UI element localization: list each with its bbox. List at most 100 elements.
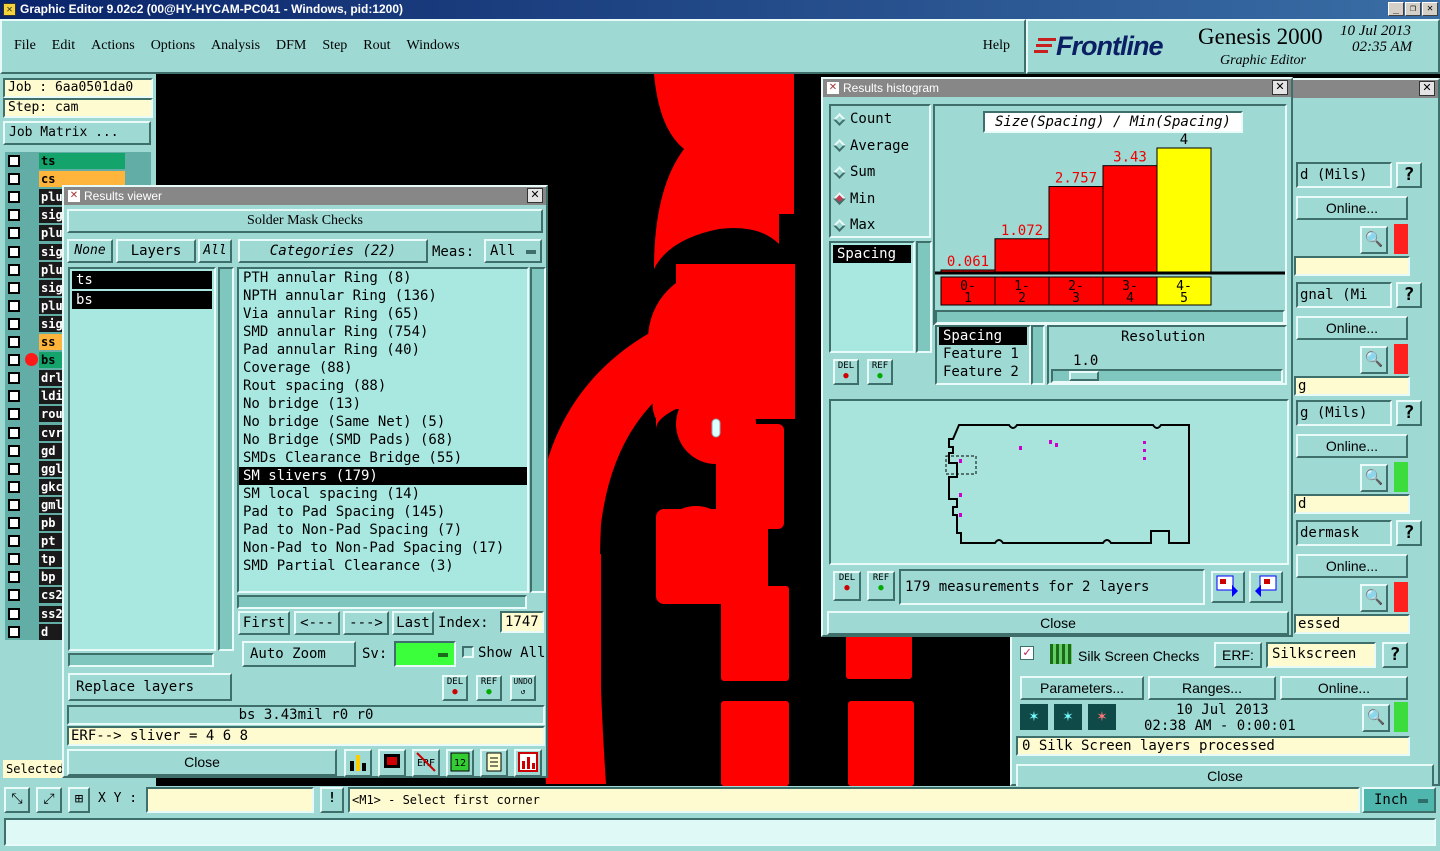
- previous-button[interactable]: <---: [294, 611, 340, 635]
- check-online-button[interactable]: Online...: [1296, 316, 1408, 340]
- erf-icon-button[interactable]: ERF: [412, 749, 440, 777]
- layer-checkbox[interactable]: [8, 571, 20, 584]
- layer-checkbox[interactable]: [8, 354, 20, 367]
- categories-button[interactable]: Categories (22): [238, 239, 428, 263]
- check-help-button[interactable]: ?: [1396, 520, 1422, 546]
- checks-panel-close-x[interactable]: ✕: [1419, 81, 1435, 96]
- report-icon-button[interactable]: [480, 749, 508, 777]
- layer-checkbox[interactable]: [8, 498, 20, 511]
- category-item[interactable]: Pad to Non-Pad Spacing (7): [239, 521, 527, 539]
- category-item[interactable]: Coverage (88): [239, 359, 527, 377]
- category-item[interactable]: Pad to Pad Spacing (145): [239, 503, 527, 521]
- category-item[interactable]: PTH annular Ring (8): [239, 269, 527, 287]
- category-item[interactable]: Rout spacing (88): [239, 377, 527, 395]
- categories-list[interactable]: PTH annular Ring (8) NPTH annular Ring (1…: [237, 267, 529, 593]
- layer-checkbox[interactable]: [8, 227, 20, 240]
- result-layer-item[interactable]: ts: [72, 271, 212, 289]
- severity-color-dropdown[interactable]: [394, 641, 456, 667]
- menu-dfm[interactable]: DFM: [276, 38, 306, 58]
- menu-edit[interactable]: Edit: [52, 38, 75, 58]
- layer-checkbox[interactable]: [8, 317, 20, 330]
- silk-erf-value[interactable]: Silkscreen: [1266, 642, 1376, 668]
- check-zoom-button[interactable]: 🔍: [1360, 226, 1388, 254]
- zoom-area-icon[interactable]: ⤢: [36, 787, 62, 813]
- menu-actions[interactable]: Actions: [91, 38, 135, 58]
- undo-icon-button[interactable]: UNDO ↺: [510, 675, 536, 701]
- categories-hscroll[interactable]: [237, 595, 527, 609]
- check-online-button[interactable]: Online...: [1296, 554, 1408, 578]
- meas-dropdown[interactable]: All: [484, 239, 542, 263]
- layer-checkbox[interactable]: [8, 209, 20, 222]
- category-item[interactable]: No bridge (13): [239, 395, 527, 413]
- mode-average[interactable]: Average: [831, 133, 929, 160]
- metric-item[interactable]: Spacing: [833, 245, 911, 263]
- category-item[interactable]: NPTH annular Ring (136): [239, 287, 527, 305]
- results-viewer-close-x[interactable]: ✕: [527, 188, 543, 203]
- zoom-fit-icon[interactable]: ⤡: [4, 787, 30, 813]
- category-item[interactable]: No bridge (Same Net) (5): [239, 413, 527, 431]
- histogram-hscroll[interactable]: [935, 310, 1285, 324]
- category-item[interactable]: No Bridge (SMD Pads) (68): [239, 431, 527, 449]
- metric-list[interactable]: Spacing: [829, 241, 915, 353]
- unit-dropdown[interactable]: Inch: [1362, 787, 1436, 813]
- board-preview[interactable]: [829, 399, 1289, 565]
- layer-checkbox[interactable]: [8, 299, 20, 312]
- all-button[interactable]: All: [198, 239, 232, 263]
- radio-icon[interactable]: [833, 139, 846, 152]
- layer-checkbox[interactable]: [8, 336, 20, 348]
- metric-list-scroll[interactable]: [916, 241, 932, 353]
- layer-checkbox[interactable]: [8, 263, 20, 276]
- alert-icon[interactable]: !: [320, 787, 344, 813]
- run-icon-2[interactable]: ✶: [1054, 704, 1082, 730]
- histogram-close-x[interactable]: ✕: [1272, 80, 1288, 95]
- category-item[interactable]: SM slivers (179): [239, 467, 527, 485]
- category-item[interactable]: SMD annular Ring (754): [239, 323, 527, 341]
- resolution-slider[interactable]: [1051, 369, 1283, 383]
- last-button[interactable]: Last: [392, 611, 434, 635]
- histogram-bar[interactable]: [1156, 147, 1212, 273]
- layer-checkbox[interactable]: [8, 245, 20, 258]
- silk-checkbox[interactable]: ✓: [1020, 646, 1034, 660]
- attribute-list[interactable]: Spacing Feature 1 Feature 2: [935, 325, 1031, 385]
- histogram-close-button[interactable]: Close: [827, 611, 1289, 635]
- grid-icon[interactable]: ⊞: [68, 787, 90, 813]
- minimize-button[interactable]: _: [1388, 2, 1404, 16]
- result-layer-item[interactable]: bs: [72, 291, 212, 309]
- show-all-checkbox[interactable]: [462, 646, 474, 658]
- index-input[interactable]: 1747: [500, 611, 544, 633]
- category-item[interactable]: Via annular Ring (65): [239, 305, 527, 323]
- auto-zoom-dropdown[interactable]: Auto Zoom: [242, 641, 356, 667]
- attribute-list-scroll[interactable]: [1031, 325, 1045, 385]
- check-zoom-button[interactable]: 🔍: [1360, 346, 1388, 374]
- results-viewer-close-button[interactable]: Close: [67, 749, 337, 776]
- mode-sum[interactable]: Sum: [831, 159, 929, 186]
- menu-file[interactable]: File: [14, 38, 36, 58]
- layer-list-hscroll[interactable]: [68, 653, 214, 667]
- histogram-bar[interactable]: [1048, 186, 1104, 273]
- layer-checkbox[interactable]: [8, 462, 20, 475]
- job-matrix-button[interactable]: Job Matrix ...: [3, 121, 151, 145]
- silk-zoom-button[interactable]: 🔍: [1362, 704, 1390, 732]
- preview-del-button[interactable]: DEL ●: [833, 571, 861, 601]
- layer-checkbox[interactable]: [8, 426, 20, 439]
- run-icon-1[interactable]: ✶: [1020, 704, 1048, 730]
- layers-button[interactable]: Layers: [116, 239, 196, 263]
- mode-count[interactable]: Count: [831, 106, 929, 133]
- layer-checkbox[interactable]: [8, 607, 20, 620]
- radio-icon[interactable]: [833, 165, 846, 179]
- mode-min[interactable]: Min: [831, 186, 929, 213]
- del-icon-button[interactable]: DEL ●: [442, 675, 468, 701]
- check-help-button[interactable]: ?: [1396, 400, 1422, 426]
- check-zoom-button[interactable]: 🔍: [1360, 584, 1388, 612]
- radio-icon[interactable]: [833, 112, 846, 126]
- layer-checkbox[interactable]: [8, 372, 20, 385]
- numbers-icon-button[interactable]: 12: [446, 749, 474, 777]
- silk-ranges-button[interactable]: Ranges...: [1148, 676, 1276, 700]
- export-icon-button[interactable]: [1211, 571, 1245, 603]
- radio-icon[interactable]: [833, 218, 846, 232]
- slider-thumb[interactable]: [1069, 371, 1099, 381]
- hist-del-button[interactable]: DEL ●: [833, 359, 859, 385]
- layer-checkbox[interactable]: [8, 553, 20, 566]
- silk-erf-button[interactable]: ERF:: [1214, 642, 1262, 668]
- first-button[interactable]: First: [238, 611, 290, 635]
